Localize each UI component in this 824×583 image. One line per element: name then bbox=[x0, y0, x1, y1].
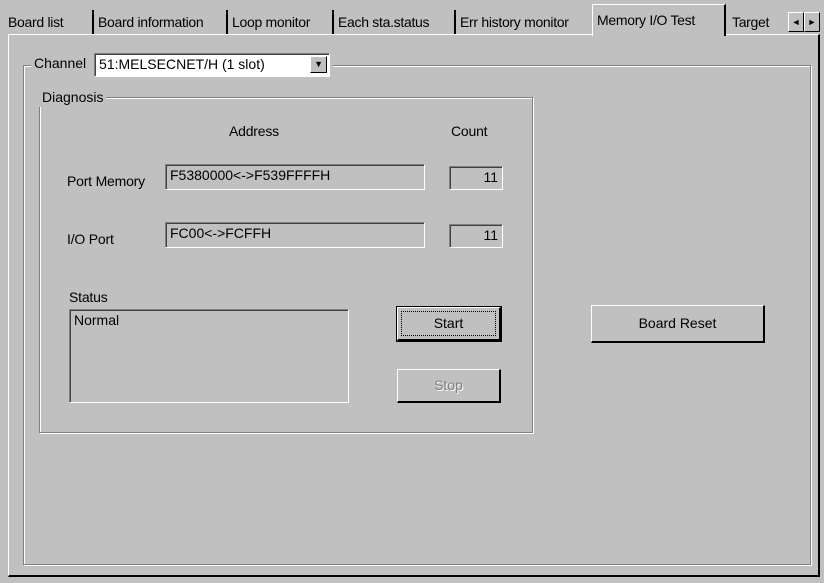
channel-legend: Channel 51:MELSECNET/H (1 slot) ▼ bbox=[31, 53, 334, 79]
tab-label: Board information bbox=[98, 14, 204, 30]
tab-label: Err history monitor bbox=[460, 14, 569, 30]
port-memory-address-value: F5380000<->F539FFFFH bbox=[170, 167, 331, 183]
board-reset-button[interactable]: Board Reset bbox=[591, 305, 765, 343]
tab-memory-io-test[interactable]: Memory I/O Test bbox=[592, 4, 726, 36]
chevron-down-icon: ▼ bbox=[314, 59, 323, 69]
tab-label: Loop monitor bbox=[232, 14, 311, 30]
stop-button[interactable]: Stop bbox=[397, 369, 501, 403]
diagnosis-title: Diagnosis bbox=[42, 89, 104, 105]
address-header: Address bbox=[229, 123, 279, 139]
start-button[interactable]: Start bbox=[396, 306, 502, 342]
io-port-count: 11 bbox=[449, 224, 503, 248]
tab-scroll-left-button[interactable]: ◄ bbox=[788, 12, 804, 32]
arrow-right-icon: ► bbox=[807, 17, 817, 27]
tab-label: Memory I/O Test bbox=[597, 12, 695, 28]
status-box: Normal bbox=[69, 309, 349, 403]
io-port-label: I/O Port bbox=[67, 231, 114, 247]
stop-button-label: Stop bbox=[434, 377, 463, 393]
tab-label: Each sta.status bbox=[338, 14, 430, 30]
count-header: Count bbox=[451, 123, 488, 139]
status-label: Status bbox=[69, 289, 108, 305]
tab-scroll-right-button[interactable]: ► bbox=[804, 12, 820, 32]
tab-board-list[interactable]: Board list bbox=[4, 10, 94, 34]
status-value: Normal bbox=[74, 312, 120, 328]
tab-target[interactable]: Target bbox=[728, 10, 786, 34]
channel-select-value: 51:MELSECNET/H (1 slot) bbox=[99, 56, 265, 72]
memory-io-test-panel: Channel 51:MELSECNET/H (1 slot) ▼ Diagno… bbox=[8, 34, 820, 577]
port-memory-label: Port Memory bbox=[67, 173, 145, 189]
tab-board-information[interactable]: Board information bbox=[94, 10, 228, 34]
diagnosis-legend: Diagnosis bbox=[39, 87, 107, 107]
channel-select[interactable]: 51:MELSECNET/H (1 slot) ▼ bbox=[94, 53, 331, 77]
io-port-address: FC00<->FCFFH bbox=[165, 222, 425, 248]
dropdown-arrow-icon[interactable]: ▼ bbox=[310, 56, 328, 73]
board-reset-button-label: Board Reset bbox=[638, 315, 717, 331]
tab-label: Target bbox=[732, 14, 770, 30]
port-memory-count-value: 11 bbox=[483, 169, 498, 185]
io-port-count-value: 11 bbox=[483, 227, 498, 243]
tab-strip: Board list Board information Loop monito… bbox=[0, 0, 824, 36]
channel-label: Channel bbox=[34, 55, 87, 71]
tab-loop-monitor[interactable]: Loop monitor bbox=[228, 10, 334, 34]
port-memory-address: F5380000<->F539FFFFH bbox=[165, 164, 425, 190]
tab-err-history-monitor[interactable]: Err history monitor bbox=[456, 10, 592, 34]
tab-label: Board list bbox=[8, 14, 64, 30]
arrow-left-icon: ◄ bbox=[791, 17, 801, 27]
port-memory-count: 11 bbox=[449, 166, 503, 190]
io-port-address-value: FC00<->FCFFH bbox=[170, 225, 272, 241]
tab-each-sta-status[interactable]: Each sta.status bbox=[334, 10, 456, 34]
start-button-label: Start bbox=[433, 315, 464, 331]
